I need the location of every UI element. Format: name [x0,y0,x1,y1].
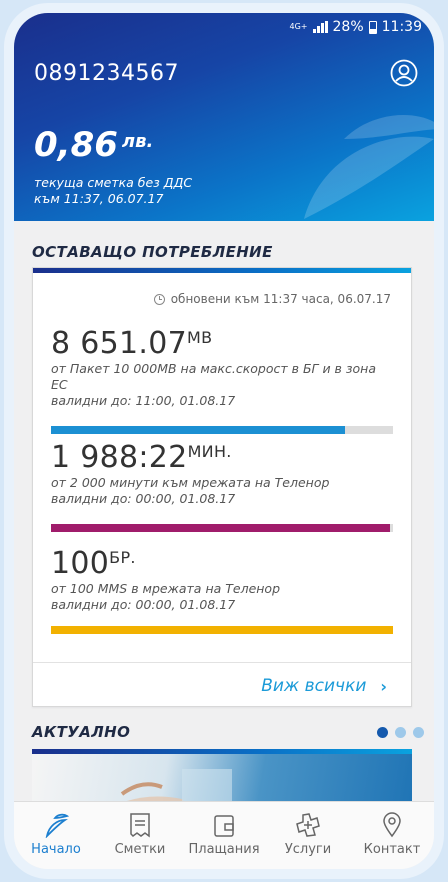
chevron-right-icon: › [380,676,387,696]
usage-progress-fill [51,426,346,434]
carousel-dots [377,727,424,738]
usage-progress-bar [51,426,393,434]
usage-progress-bar [51,524,393,532]
banner-accent [32,749,412,754]
usage-valid: валидни до: 11:00, 01.08.17 [51,393,236,408]
header: 4G+ 28% 11:39 0891234567 0,86 лв. текуща … [14,13,434,221]
usage-mms[interactable]: 100БР. от 100 MMS в мрежата на Теленор в… [51,546,393,634]
profile-icon[interactable] [390,59,418,87]
nav-payments[interactable]: Плащания [182,802,266,869]
divider [33,662,411,663]
balance-amount: 0,86 [34,125,118,165]
bottom-nav: Начало Сметки Плащания Услуги Контакт [14,801,434,869]
carousel-dot[interactable] [413,727,424,738]
remaining-card: обновени към 11:37 часа, 06.07.17 8 651.… [32,267,412,707]
bill-icon [129,812,151,838]
balance: 0,86 лв. [34,125,153,165]
telenor-logo-icon [43,812,69,838]
see-all-link[interactable]: Виж всички › [261,676,387,696]
usage-value: 8 651.07 [51,326,187,361]
wallet-icon [212,812,236,838]
nav-bills[interactable]: Сметки [98,802,182,869]
telenor-watermark-icon [304,115,434,219]
services-icon [295,812,321,838]
usage-valid: валидни до: 00:00, 01.08.17 [51,597,236,612]
balance-time: към 11:37, 06.07.17 [34,191,164,206]
network-indicator: 4G+ [289,22,308,31]
balance-currency: лв. [121,131,154,152]
nav-contact[interactable]: Контакт [350,802,434,869]
clock-time: 11:39 [381,19,422,35]
card-accent [33,268,411,273]
nav-services[interactable]: Услуги [266,802,350,869]
usage-data[interactable]: 8 651.07MB от Пакет 10 000MB на макс.ско… [51,326,393,434]
remaining-title: ОСТАВАЩО ПОТРЕБЛЕНИЕ [32,243,273,261]
usage-value: 100 [51,546,110,581]
usage-progress-fill [51,626,393,634]
carousel-dot[interactable] [377,727,388,738]
carousel-dot[interactable] [395,727,406,738]
usage-unit: БР. [109,548,136,567]
usage-description: от 100 MMS в мрежата на Теленор [51,581,281,596]
usage-description: от 2 000 минути към мрежата на Теленор [51,475,330,490]
nav-label: Начало [31,842,81,857]
usage-progress-bar [51,626,393,634]
see-all-label: Виж всички [261,676,367,696]
nav-label: Контакт [363,842,421,857]
nav-label: Сметки [114,842,166,857]
updated-text: обновени към 11:37 часа, 06.07.17 [170,292,391,306]
nav-label: Услуги [284,842,332,857]
phone-number: 0891234567 [34,61,179,86]
battery-icon [368,20,377,34]
usage-progress-fill [51,524,390,532]
usage-unit: MB [187,328,213,347]
location-pin-icon [380,812,404,838]
app-screen: 4G+ 28% 11:39 0891234567 0,86 лв. текуща … [14,13,434,869]
updated-info: обновени към 11:37 часа, 06.07.17 [153,292,391,306]
phone-frame: 4G+ 28% 11:39 0891234567 0,86 лв. текуща … [4,3,444,879]
nav-label: Плащания [188,842,260,857]
usage-unit: МИН. [187,442,232,461]
nav-home[interactable]: Начало [14,802,98,869]
status-bar: 4G+ 28% 11:39 [290,19,422,35]
usage-description: от Пакет 10 000MB на макс.скорост в БГ и… [51,361,377,392]
battery-percent: 28% [332,19,364,35]
balance-label: текуща сметка без ДДС [34,175,193,190]
balance-info: текуща сметка без ДДС към 11:37, 06.07.1… [34,175,192,207]
usage-valid: валидни до: 00:00, 01.08.17 [51,491,236,506]
signal-icon [312,21,328,33]
usage-minutes[interactable]: 1 988:22МИН. от 2 000 минути към мрежата… [51,440,393,532]
usage-value: 1 988:22 [51,440,188,475]
news-title: АКТУАЛНО [32,723,131,741]
clock-icon [153,293,165,305]
